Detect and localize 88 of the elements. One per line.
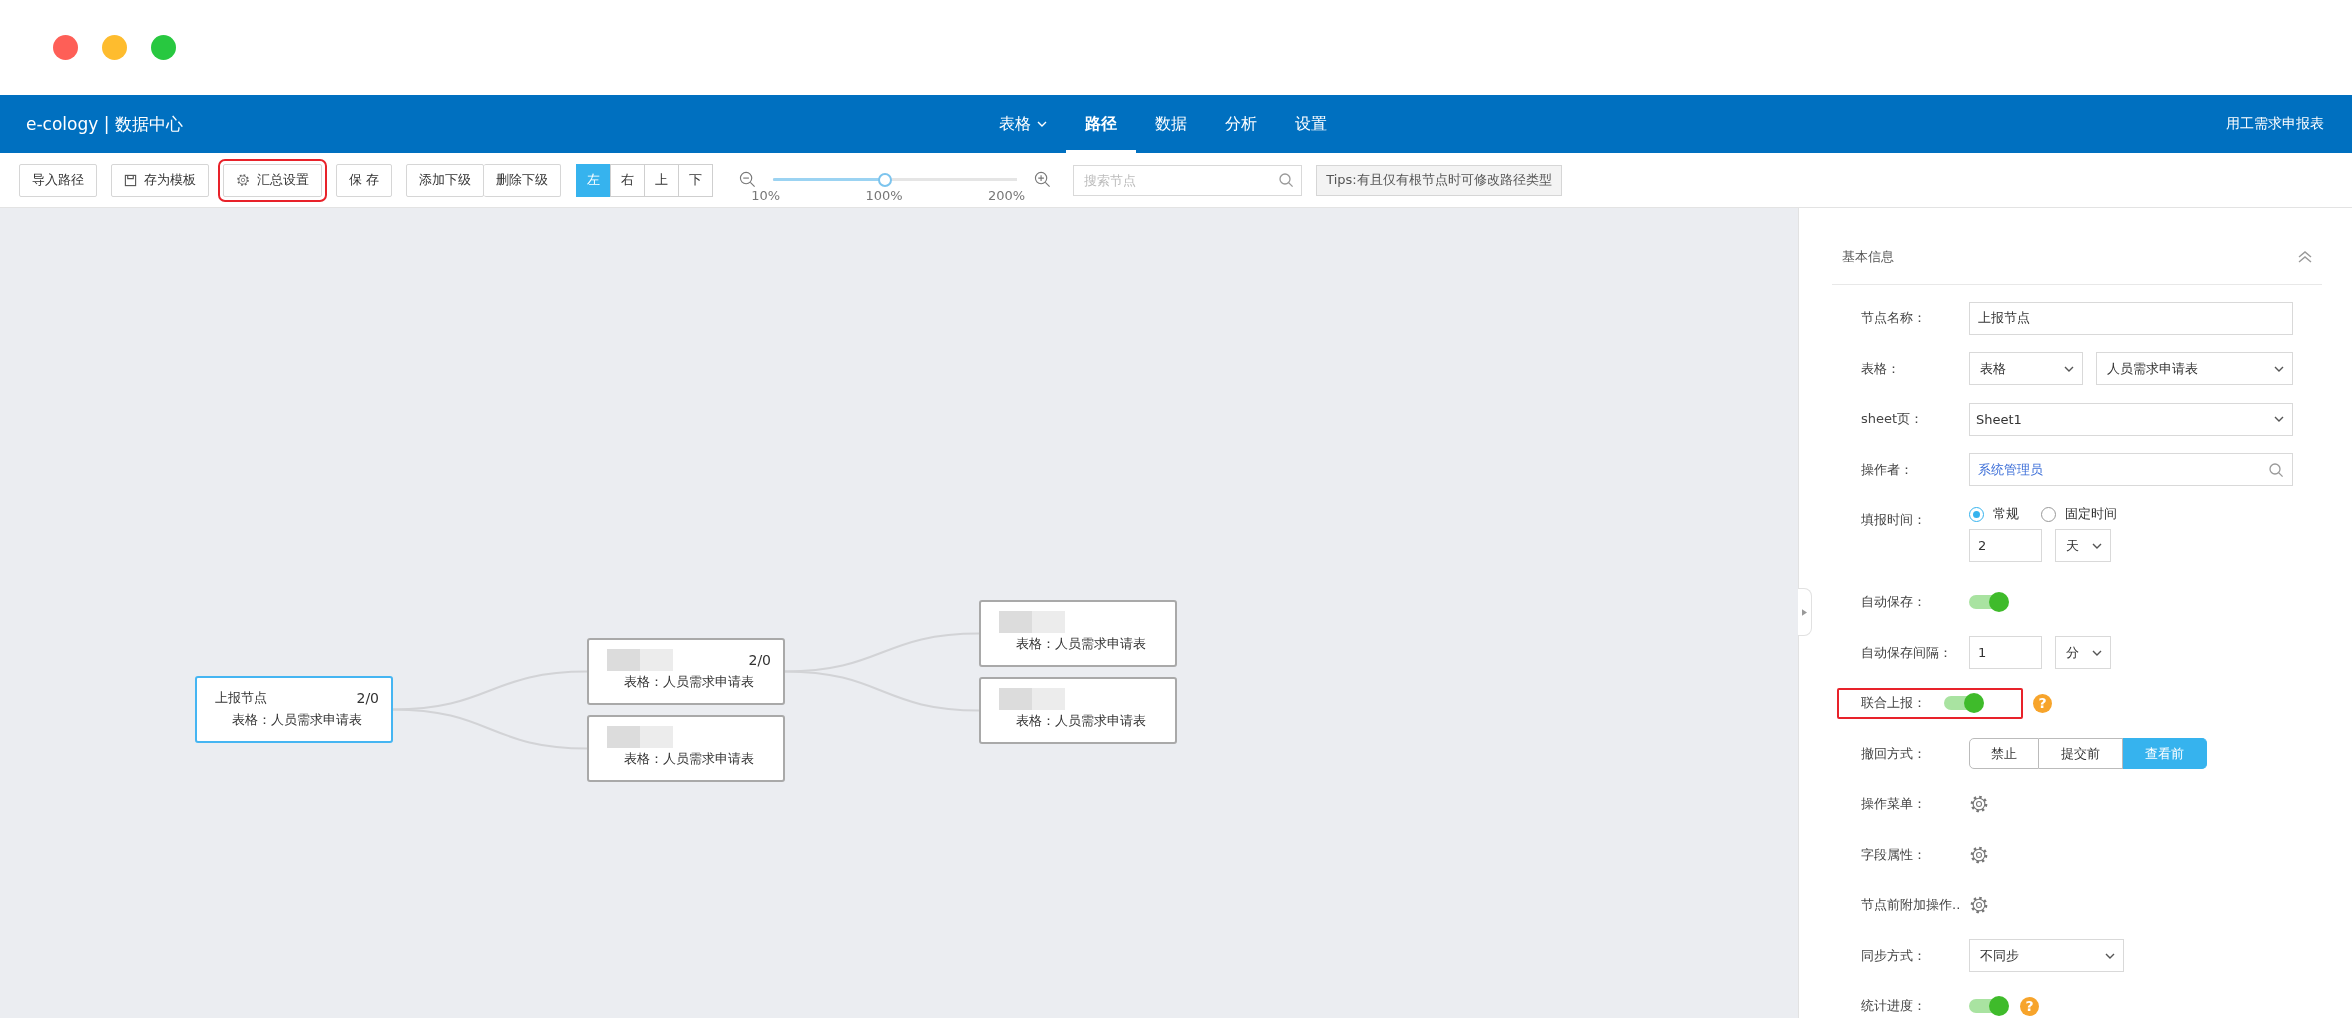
direction-button[interactable]: 上 xyxy=(644,163,680,197)
tree-node[interactable]: 表格：人员需求申请表 xyxy=(979,600,1177,667)
tree-node[interactable]: 表格：人员需求申请表 xyxy=(587,715,785,782)
field-label: 填报时间： xyxy=(1861,511,1927,529)
settings-icon[interactable] xyxy=(1969,794,1989,815)
toggle-switch[interactable] xyxy=(1969,999,2007,1014)
collapse-handle[interactable] xyxy=(1798,588,1812,636)
settings-icon[interactable] xyxy=(1969,844,1989,865)
nav-tab[interactable]: 表格 xyxy=(980,95,1066,153)
field-label: 字段属性： xyxy=(1861,845,1927,864)
chevron-down-icon xyxy=(2274,416,2284,423)
direction-button[interactable]: 下 xyxy=(678,163,714,197)
tree-node[interactable]: 上报节点 2/0 表格：人员需求申请表 xyxy=(195,676,393,743)
zoom-out-icon[interactable] xyxy=(739,171,757,188)
zoom-label: 100% xyxy=(865,188,903,203)
chevron-down-icon xyxy=(2064,365,2074,372)
field-label: 操作菜单： xyxy=(1861,795,1927,814)
zoom-label: 200% xyxy=(987,188,1026,203)
chevron-down-icon xyxy=(2274,365,2284,372)
dropdown[interactable]: 表格 xyxy=(1969,352,2083,386)
app-title: e-cology | 数据中心 xyxy=(26,112,183,136)
node-name: 上报节点 xyxy=(215,689,267,707)
chevron-down-icon xyxy=(2092,649,2102,656)
node-count: 2/0 xyxy=(356,690,379,706)
nav-tab[interactable]: 分析 xyxy=(1206,95,1276,153)
unit-dropdown[interactable]: 分 xyxy=(2055,636,2111,670)
field-label: 同步方式： xyxy=(1861,946,1927,965)
settings-icon xyxy=(236,173,250,187)
field-label: 自动保存： xyxy=(1861,593,1927,612)
radio-option[interactable]: 固定时间 xyxy=(2041,505,2117,523)
toolbar-button[interactable]: 导入路径 xyxy=(19,163,97,197)
field-label: 节点前附加操作.. xyxy=(1861,896,1962,915)
collapse-icon[interactable] xyxy=(2298,251,2312,263)
document-icon xyxy=(124,173,137,187)
window-control-dot[interactable] xyxy=(53,35,78,60)
field-label: sheet页： xyxy=(1861,410,1925,429)
field-label: 撤回方式： xyxy=(1861,744,1927,763)
slider-handle[interactable] xyxy=(878,172,893,187)
toolbar-button[interactable]: 存为模板 xyxy=(111,163,209,197)
node-table: 表格：人员需求申请表 xyxy=(607,673,771,691)
user-link[interactable]: 系统管理员 xyxy=(1978,460,2043,479)
field-label: 操作者： xyxy=(1861,460,1914,479)
text-field[interactable]: 上报节点 xyxy=(1969,301,2293,335)
section-title: 基本信息 xyxy=(1842,248,1894,266)
node-count: 2/0 xyxy=(748,652,771,668)
chevron-down-icon xyxy=(2092,542,2102,549)
zoom-in-icon[interactable] xyxy=(1034,171,1052,188)
caret-icon xyxy=(1802,608,1807,616)
tips-note: Tips:有且仅有根节点时可修改路径类型 xyxy=(1316,164,1562,196)
window-control-dot[interactable] xyxy=(151,35,176,60)
settings-icon[interactable] xyxy=(1969,895,1989,916)
form-name: 用工需求申报表 xyxy=(2226,115,2324,133)
nav-tab[interactable]: 路径 xyxy=(1066,95,1136,153)
search-icon[interactable] xyxy=(2268,461,2284,478)
direction-button[interactable]: 右 xyxy=(610,163,646,197)
tree-node[interactable]: 表格：人员需求申请表 xyxy=(979,677,1177,744)
zoom-label: 10% xyxy=(751,188,781,203)
dropdown[interactable]: 不同步 xyxy=(1969,939,2124,973)
nav-tab[interactable]: 数据 xyxy=(1136,95,1206,153)
toolbar-button[interactable]: 添加下级 xyxy=(406,163,485,197)
tree-node[interactable]: 2/0 表格：人员需求申请表 xyxy=(587,638,785,705)
chevron-down-icon xyxy=(2105,952,2115,959)
radio-option[interactable]: 常规 xyxy=(1969,505,2019,523)
toggle-switch[interactable] xyxy=(1969,595,2007,610)
dropdown[interactable]: Sheet1 xyxy=(1969,402,2293,436)
window-control-dot[interactable] xyxy=(102,35,127,60)
nav-tab[interactable]: 设置 xyxy=(1276,95,1346,153)
number-field[interactable]: 2 xyxy=(1969,529,2042,562)
search-field[interactable]: 搜索节点 xyxy=(1073,164,1303,196)
dropdown[interactable]: 人员需求申请表 xyxy=(2096,352,2293,386)
node-table: 表格：人员需求申请表 xyxy=(215,711,379,729)
number-field[interactable]: 1 xyxy=(1969,636,2042,670)
unit-dropdown[interactable]: 天 xyxy=(2055,529,2111,562)
field-label: 自动保存间隔： xyxy=(1861,643,1953,662)
node-table: 表格：人员需求申请表 xyxy=(999,712,1163,730)
field-label: 统计进度： xyxy=(1861,997,1927,1016)
node-table: 表格：人员需求申请表 xyxy=(999,635,1163,653)
field-label: 联合上报： xyxy=(1861,694,1927,713)
toolbar-button[interactable]: 删除下级 xyxy=(484,163,562,197)
toolbar-button[interactable]: 保 存 xyxy=(336,163,393,197)
segment-button[interactable]: 提交前 xyxy=(2039,738,2123,770)
field-label: 表格： xyxy=(1861,359,1901,378)
node-table: 表格：人员需求申请表 xyxy=(607,750,771,768)
field-label: 节点名称： xyxy=(1861,309,1927,328)
search-icon[interactable] xyxy=(1278,171,1295,188)
segment-button[interactable]: 禁止 xyxy=(1969,738,2039,770)
lookup-field[interactable]: 系统管理员 xyxy=(1969,453,2293,487)
toggle-switch[interactable] xyxy=(1944,696,1982,711)
